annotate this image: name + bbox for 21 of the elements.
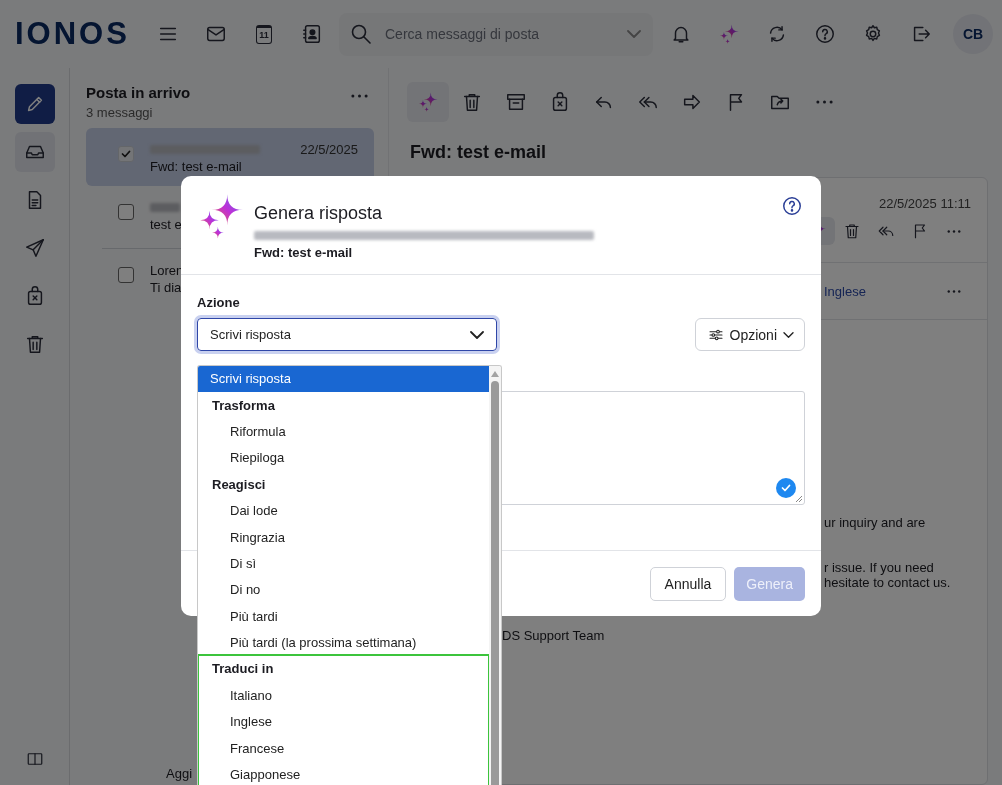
field-label: Azione xyxy=(197,295,241,310)
calendar-icon: 11 xyxy=(256,24,272,44)
group-heading: Traduci in xyxy=(211,660,275,679)
folder-title: Posta in arrivo xyxy=(86,84,191,101)
group-heading: Reagisci xyxy=(211,475,267,494)
email-subject: Fwd: test e-mail xyxy=(410,142,548,163)
dialog-title: Genera risposta xyxy=(254,203,384,224)
email-text: r issue. If you need xyxy=(824,560,935,575)
message-subject: test e xyxy=(150,217,183,232)
email-text: DS Support Team xyxy=(502,628,606,643)
email-text: hesitate to contact us. xyxy=(824,575,952,590)
email-date: 22/5/2025 11:11 xyxy=(878,196,971,211)
email-subject: Fwd: test e-mail xyxy=(254,245,354,260)
email-text: ur inquiry and are xyxy=(824,515,927,530)
logo: IONOS xyxy=(15,16,130,52)
message-subject: Fwd: test e-mail xyxy=(150,159,243,174)
message-count: 3 messaggi xyxy=(86,105,154,120)
group-heading: Trasforma xyxy=(211,396,276,415)
footer-text: Aggi xyxy=(166,766,193,781)
message-date: 22/5/2025 xyxy=(300,142,358,157)
message-preview: Ti dia xyxy=(150,280,183,295)
